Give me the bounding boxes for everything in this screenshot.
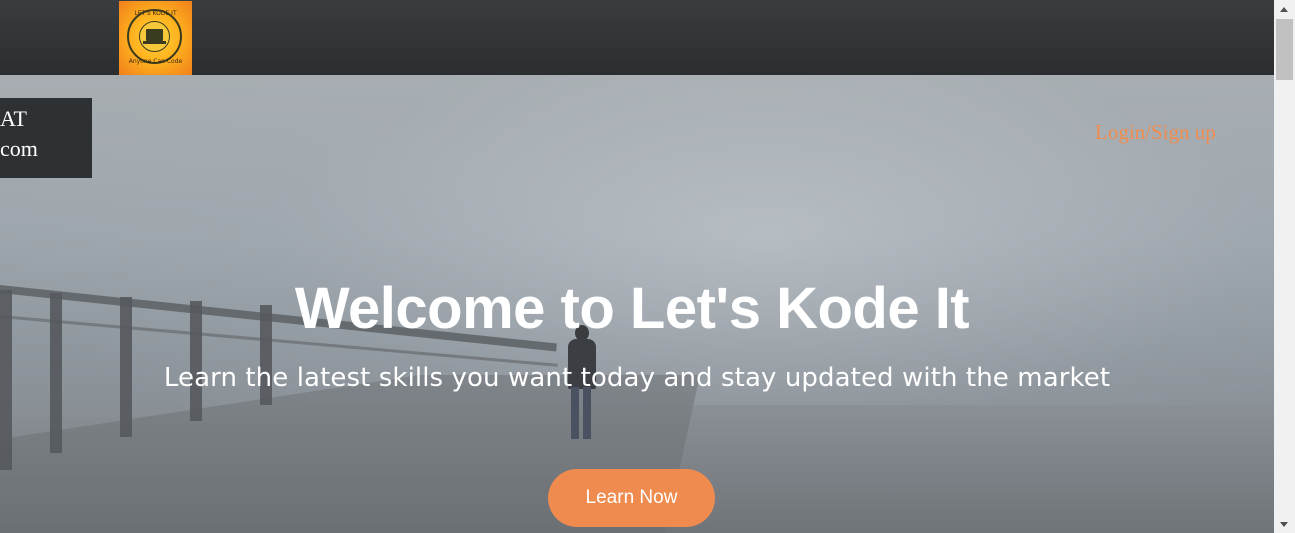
logo-bottom-text: Anyone Can Code	[128, 58, 183, 65]
learn-now-button[interactable]: Learn Now	[548, 469, 715, 527]
scrollbar-thumb[interactable]	[1276, 19, 1293, 80]
hero-subtitle: Learn the latest skills you want today a…	[163, 363, 1111, 393]
person-leg	[571, 387, 579, 439]
side-text-line2: com	[0, 136, 38, 161]
logo-top-text: LET'S KODE IT	[134, 10, 177, 17]
laptop-icon	[146, 29, 163, 41]
person-leg	[583, 387, 591, 439]
scroll-down-arrow-icon[interactable]	[1274, 516, 1295, 533]
vertical-scrollbar[interactable]	[1274, 0, 1295, 533]
top-header-bar: LET'S KODE IT Anyone Can Code	[0, 0, 1274, 75]
side-text-line1: AT	[0, 106, 27, 131]
side-text-box: AT com	[0, 98, 92, 178]
lets-kode-it-logo[interactable]: LET'S KODE IT Anyone Can Code	[119, 1, 192, 75]
hero-title: Welcome to Let's Kode It	[294, 276, 970, 341]
laptop-base-icon	[143, 41, 166, 44]
login-signup-link[interactable]: Login/Sign up	[1095, 120, 1216, 145]
scroll-up-arrow-icon[interactable]	[1274, 0, 1295, 17]
